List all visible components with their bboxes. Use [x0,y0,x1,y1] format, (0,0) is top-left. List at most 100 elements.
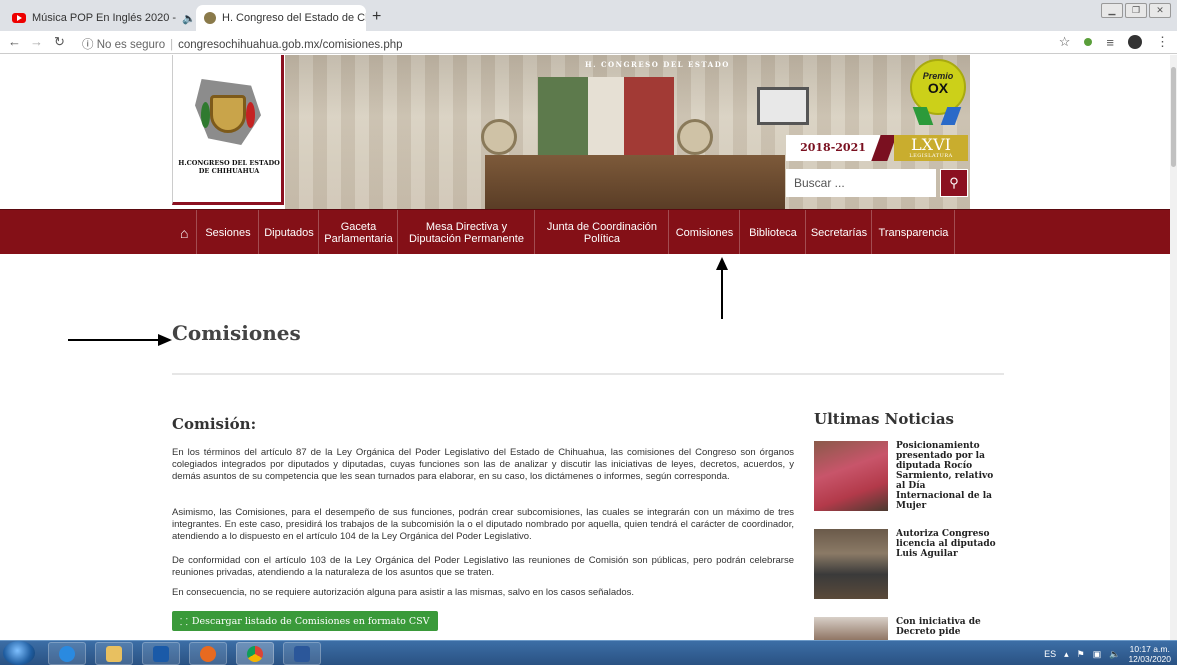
download-csv-label: Descargar listado de Comisiones en forma… [191,615,430,627]
url-text[interactable]: congresochihuahua.gob.mx/comisiones.php [178,39,402,51]
browser-tab-youtube[interactable]: Música POP En Inglés 2020 - 🔈 ✕ [4,5,194,31]
language-indicator[interactable]: ES [1044,649,1056,659]
star-icon[interactable]: ☆ [1059,34,1071,50]
search-input[interactable] [786,169,936,197]
news-thumbnail[interactable] [814,529,888,599]
flag-green-stripe [538,77,588,167]
site-search: ⚲ [786,169,968,197]
word-icon [294,645,310,662]
wall-seal-icon [677,119,713,155]
paragraph-3: De conformidad con el artículo 103 de la… [172,555,794,578]
tab-title: Música POP En Inglés 2020 - [32,12,177,24]
wall-seal-icon [481,119,517,155]
nav-item-junta[interactable]: Junta de Coordinación Política [535,210,670,255]
news-headline[interactable]: Posicionamiento presentado por la diputa… [896,441,996,511]
internet-explorer-icon [59,645,75,662]
nav-home-icon[interactable]: ⌂ [172,210,198,255]
annotation-arrowhead-up [716,257,728,270]
extension-icon[interactable] [1084,38,1093,46]
news-headline[interactable]: Con iniciativa de Decreto pide [896,617,996,637]
news-item[interactable]: Posicionamiento presentado por la diputa… [814,441,994,515]
maximize-icon[interactable]: ❐ [1125,3,1147,18]
taskbar-firefox[interactable] [189,642,227,665]
nav-item-secretarias[interactable]: Secretarías [806,210,873,255]
taskbar-outlook[interactable] [142,642,180,665]
search-icon: ⚲ [949,175,959,190]
nav-item-biblioteca[interactable]: Biblioteca [740,210,807,255]
news-item[interactable]: Con iniciativa de Decreto pide [814,617,994,640]
paragraph-4: En consecuencia, no se requiere autoriza… [172,587,635,598]
network-icon[interactable]: ▣ [1093,649,1102,660]
nav-list: ⌂ Sesiones Diputados Gaceta Parlamentari… [172,210,956,255]
congreso-favicon-icon [204,12,216,24]
nav-item-transparencia[interactable]: Transparencia [872,210,956,255]
window-controls: ▁ ❐ ✕ [1101,3,1171,18]
close-window-icon[interactable]: ✕ [1149,3,1171,18]
chrome-icon [247,645,263,662]
logo-text: H.CONGRESO DEL ESTADO DE CHIHUAHUA [178,159,280,175]
nav-item-comisiones[interactable]: Comisiones [669,210,741,255]
nav-item-mesa-directiva[interactable]: Mesa Directiva y Diputación Permanente [398,210,536,255]
chamber-seats [485,155,785,209]
news-headline[interactable]: Autoriza Congreso licencia al diputado L… [896,529,996,559]
news-thumbnail[interactable] [814,441,888,511]
scrollbar-thumb[interactable] [1171,67,1176,167]
info-icon[interactable]: ⓘ [82,39,94,51]
site-header: H. CONGRESO DEL ESTADO H.CONGRESO DEL ES… [0,55,1170,209]
legislatura-word: LEGISLATURA [909,153,953,159]
tab-title: H. Congreso del Estado de Chihu [222,12,366,24]
wall-screen [757,87,809,125]
clock[interactable]: 10:17 a.m. 12/03/2020 [1128,644,1171,664]
chevron-up-icon[interactable]: ▴ [1064,649,1069,660]
legislatura-number: LXVI [911,135,951,154]
flag-icon[interactable]: ⚑ [1077,649,1085,660]
youtube-icon [12,13,26,23]
start-button-icon[interactable] [3,641,35,665]
legislatura-badge: 2018-2021 LXVI LEGISLATURA [786,135,968,161]
web-page: H. CONGRESO DEL ESTADO H.CONGRESO DEL ES… [0,55,1170,640]
premio-ox-badge[interactable]: Premio OX [910,59,966,125]
folder-icon [106,645,122,662]
security-label[interactable]: No es seguro [97,39,165,51]
back-arrow-icon[interactable]: ← [8,34,21,49]
news-section-title: Ultimas Noticias [814,410,955,428]
nav-item-gaceta[interactable]: Gaceta Parlamentaria [319,210,399,255]
sitemap-icon: ⸬ [180,616,188,628]
page-title: Comisiones [172,321,301,345]
search-button[interactable]: ⚲ [940,169,968,197]
legislatura-number-box: LXVI LEGISLATURA [894,135,968,161]
minimize-icon[interactable]: ▁ [1101,3,1123,18]
forward-arrow-icon[interactable]: → [30,34,43,49]
banner-title: H. CONGRESO DEL ESTADO [585,60,730,69]
reading-list-icon[interactable]: ≡ [1106,35,1114,50]
firefox-icon [200,645,216,662]
clock-date: 12/03/2020 [1128,654,1171,664]
clock-time: 10:17 a.m. [1129,644,1170,654]
taskbar-explorer[interactable] [95,642,133,665]
annotation-arrow-right [68,339,162,341]
profile-icon[interactable] [1128,35,1142,49]
browser-tab-congreso[interactable]: H. Congreso del Estado de Chihu ✕ [196,5,366,31]
news-thumbnail[interactable] [814,617,888,640]
address-bar: ← → ↻ ⓘ No es seguro | congresochihuahua.g… [0,31,1177,54]
new-tab-button[interactable]: + [372,8,381,26]
nav-item-sesiones[interactable]: Sesiones [197,210,260,255]
taskbar-ie[interactable] [48,642,86,665]
premio-mark: OX [927,80,949,96]
system-tray: ES ▴ ⚑ ▣ 🔈 10:17 a.m. 12/03/2020 [1044,644,1171,664]
nav-item-diputados[interactable]: Diputados [259,210,320,255]
news-item[interactable]: Autoriza Congreso licencia al diputado L… [814,529,996,603]
annotation-arrowhead-right [158,334,172,346]
outlook-icon [153,645,169,662]
browser-toolbar: ☆ ≡ ⋮ [1059,34,1169,50]
menu-icon[interactable]: ⋮ [1156,34,1169,50]
url-field[interactable]: ⓘ No es seguro | congresochihuahua.gob.mx/… [82,36,403,52]
reload-icon[interactable]: ↻ [54,34,65,50]
download-csv-button[interactable]: ⸬ Descargar listado de Comisiones en for… [172,611,438,631]
page-scrollbar[interactable] [1170,55,1177,640]
volume-icon[interactable]: 🔈 [1109,649,1120,660]
congreso-logo[interactable]: H.CONGRESO DEL ESTADO DE CHIHUAHUA [172,55,284,205]
taskbar-word[interactable] [283,642,321,665]
taskbar-chrome[interactable] [236,642,274,665]
speaker-icon[interactable]: 🔈 [182,12,194,25]
